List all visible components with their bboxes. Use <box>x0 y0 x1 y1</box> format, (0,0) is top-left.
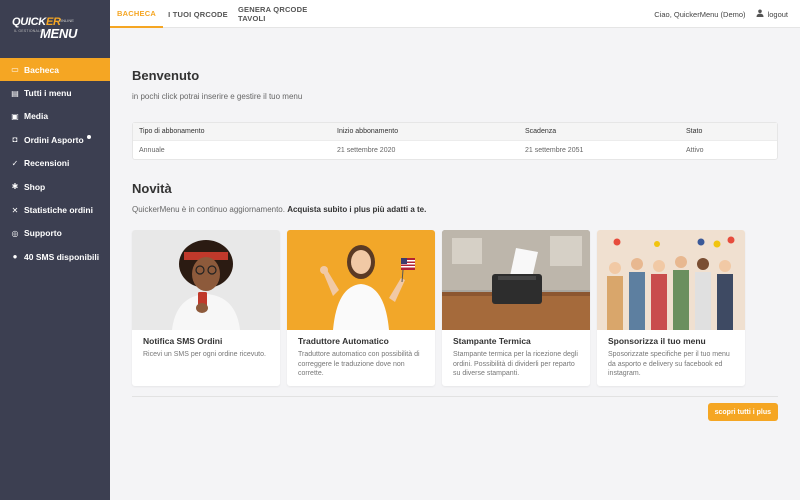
image-icon: ▣ <box>11 111 19 121</box>
table-header: Tipo di abbonamento <box>139 128 205 135</box>
table-header: Stato <box>686 128 703 135</box>
sidebar-item-supporto[interactable]: ◎ Supporto <box>0 222 110 245</box>
sidebar-item-statistiche-ordini[interactable]: ✕ Statistiche ordini <box>0 198 110 221</box>
tab-genera-qrcode-tavoli[interactable]: GENERA QRCODE TAVOLI <box>238 0 336 28</box>
card-title: Traduttore Automatico <box>298 336 389 346</box>
sidebar-item-shop[interactable]: ✱ Shop <box>0 175 110 198</box>
table-row: Annuale 21 settembre 2020 21 settembre 2… <box>133 141 777 160</box>
table-header: Inizio abbonamento <box>337 128 399 135</box>
notification-dot <box>86 135 91 140</box>
sidebar: QUICKER ONLINE IL GESTIONALE MENU ▭ Bach… <box>0 0 110 500</box>
tools-icon: ✕ <box>11 205 19 215</box>
table-header-row: Tipo di abbonamento Inizio abbonamento S… <box>133 123 777 141</box>
sidebar-item-label: Supporto <box>24 228 62 239</box>
scopri-plus-button[interactable]: scopri tutti i plus <box>707 403 778 421</box>
sidebar-item-label: 40 SMS disponibili <box>24 251 100 262</box>
top-bar: BACHECA I TUOI QRCODE GENERA QRCODE TAVO… <box>110 0 800 28</box>
table-cell: Annuale <box>139 147 165 154</box>
plus-card-sms[interactable]: Notifica SMS Ordini Ricevi un SMS per og… <box>132 230 280 386</box>
card-description: Sposorizzate specifiche per il tuo menu … <box>608 351 730 377</box>
sidebar-item-ordini-asporto[interactable]: ◘ Ordini Asporto <box>0 128 110 151</box>
wallet-icon: ▭ <box>11 65 19 75</box>
plus-card-traduttore[interactable]: Traduttore Automatico Traduttore automat… <box>287 230 435 386</box>
table-cell: 21 settembre 2051 <box>525 147 584 154</box>
logo-online-text: ONLINE <box>59 18 74 23</box>
logo[interactable]: QUICKER ONLINE IL GESTIONALE MENU <box>0 0 110 58</box>
logo-menu-text: MENU <box>40 26 78 41</box>
card-description: Traduttore automatico con possibilità di… <box>298 351 420 377</box>
sidebar-nav: ▭ Bacheca ▤ Tutti i menu ▣ Media ◘ Ordin… <box>0 58 110 269</box>
support-icon: ◎ <box>11 228 19 238</box>
news-intro: QuickerMenu è in continuo aggiornamento.… <box>132 205 427 214</box>
news-intro-bold: Acquista subito i plus più adatti a te. <box>287 205 427 214</box>
sidebar-item-sms[interactable]: ● 40 SMS disponibili <box>0 245 110 268</box>
sidebar-item-label: Statistiche ordini <box>24 205 93 216</box>
card-image-sms <box>132 230 280 330</box>
card-image-traduttore <box>287 230 435 330</box>
news-title: Novità <box>132 181 172 196</box>
card-image-sponsorizza <box>597 230 745 330</box>
card-description: Stampante termica per la ricezione degli… <box>453 351 578 377</box>
tab-i-tuoi-qrcode[interactable]: I TUOI QRCODE <box>166 0 230 28</box>
user-area: Ciao, QuickerMenu (Demo) logout <box>654 0 788 28</box>
bag-icon: ◘ <box>12 135 18 145</box>
card-description: Ricevi un SMS per ogni ordine ricevuto. <box>143 351 266 358</box>
plus-card-sponsorizza[interactable]: Sponsorizza il tuo menu Sposorizzate spe… <box>597 230 745 386</box>
sidebar-item-label: Ordini Asporto <box>24 134 84 145</box>
table-cell: 21 settembre 2020 <box>337 147 396 154</box>
divider <box>132 396 778 397</box>
welcome-subtitle: in pochi click potrai inserire e gestire… <box>132 92 303 101</box>
gear-icon: ✱ <box>11 182 19 192</box>
logout-link[interactable]: logout <box>768 10 788 19</box>
subscription-table: Tipo di abbonamento Inizio abbonamento S… <box>132 122 778 160</box>
welcome-title: Benvenuto <box>132 68 200 83</box>
sidebar-item-label: Bacheca <box>24 64 59 75</box>
tab-bacheca[interactable]: BACHECA <box>110 0 163 28</box>
plus-card-stampante[interactable]: Stampante Termica Stampante termica per … <box>442 230 590 386</box>
sidebar-item-media[interactable]: ▣ Media <box>0 105 110 128</box>
check-circle-icon: ✓ <box>11 158 19 168</box>
table-cell: Attivo <box>686 147 704 154</box>
table-header: Scadenza <box>525 128 557 135</box>
logo-sub-text: IL GESTIONALE <box>14 29 43 33</box>
main-content: Benvenuto in pochi click potrai inserire… <box>110 28 800 500</box>
user-icon <box>756 9 764 19</box>
sidebar-item-label: Media <box>24 111 49 122</box>
card-title: Notifica SMS Ordini <box>143 336 223 346</box>
sidebar-item-label: Tutti i menu <box>24 88 72 99</box>
chat-icon: ● <box>12 252 18 262</box>
sidebar-item-label: Shop <box>24 181 46 192</box>
book-icon: ▤ <box>11 88 19 98</box>
card-title: Stampante Termica <box>453 336 531 346</box>
user-greeting: Ciao, QuickerMenu (Demo) <box>654 9 746 19</box>
sidebar-item-label: Recensioni <box>24 158 70 169</box>
sidebar-item-bacheca[interactable]: ▭ Bacheca <box>0 58 110 82</box>
sidebar-item-recensioni[interactable]: ✓ Recensioni <box>0 152 110 175</box>
card-image-stampante <box>442 230 590 330</box>
card-title: Sponsorizza il tuo menu <box>608 336 706 346</box>
sidebar-item-tutti-i-menu[interactable]: ▤ Tutti i menu <box>0 81 110 104</box>
